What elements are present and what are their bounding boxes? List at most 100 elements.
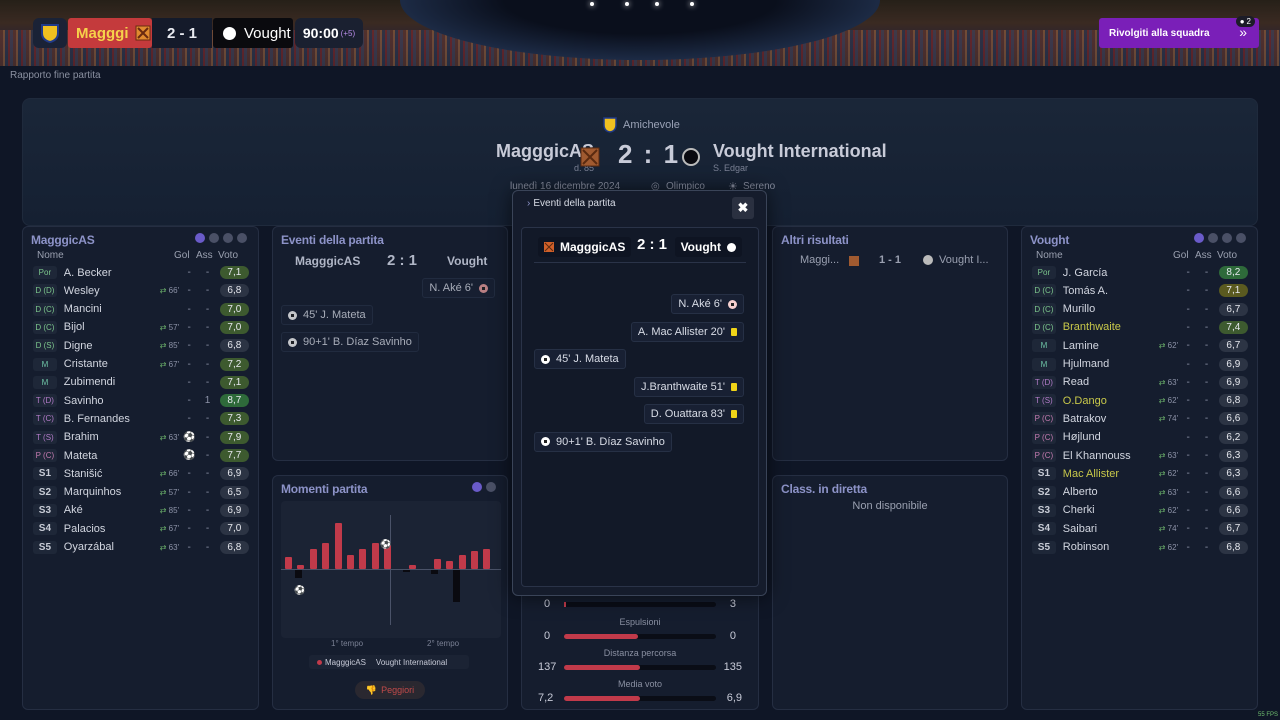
stat-home-2: 0 — [544, 630, 551, 642]
substitution-minute: ⇄ 63' — [159, 432, 180, 442]
page-dot-4[interactable] — [237, 233, 247, 243]
player-row[interactable]: S3 Aké ⇄ 85' - -6,9 — [33, 502, 249, 519]
home-badge-icon — [135, 25, 150, 41]
player-row[interactable]: S2 Alberto ⇄ 63' - -6,6 — [1032, 484, 1248, 501]
player-name: Hjulmand — [1062, 358, 1110, 370]
notification-badge: ● 2 — [1235, 16, 1255, 27]
player-row[interactable]: M Lamine ⇄ 62' - -6,7 — [1032, 337, 1248, 354]
player-name: Savinho — [63, 394, 104, 407]
swap-icon: ⇄ — [1158, 451, 1166, 460]
player-name: Mac Allister — [1062, 467, 1120, 480]
player-name: Lamine — [1062, 339, 1099, 352]
momentum-bar-away — [295, 570, 302, 578]
page-dot-1[interactable] — [472, 482, 482, 492]
page-dot-4[interactable] — [1236, 233, 1246, 243]
player-row[interactable]: T (S) O.Dango ⇄ 62' - -6,8 — [1032, 392, 1248, 409]
stat-label-2: Espulsioni — [619, 617, 661, 627]
page-dot-3[interactable] — [1222, 233, 1232, 243]
half1-label: 1° tempo — [331, 639, 364, 648]
stat-away-3: 135 — [723, 661, 742, 673]
player-row[interactable]: Por A. Becker - -7,1 — [33, 264, 249, 281]
page-dot-3[interactable] — [223, 233, 233, 243]
goals: - — [187, 523, 191, 535]
match-clock: 90:00 (+5) — [295, 18, 363, 48]
page-dot-1[interactable] — [1194, 233, 1204, 243]
page-dot-2[interactable] — [209, 233, 219, 243]
player-row[interactable]: D (C) Mancini - -7,0 — [33, 301, 249, 318]
swap-icon: ⇄ — [159, 341, 167, 351]
position-badge: S3 — [33, 503, 57, 517]
goals: - — [187, 303, 191, 315]
substitution-minute: ⇄ 57' — [159, 487, 180, 497]
player-row[interactable]: M Zubimendi - -7,1 — [33, 374, 249, 391]
rating: 7,1 — [1218, 284, 1248, 298]
assists: - — [1204, 541, 1209, 553]
live-table-panel: Class. in diretta Non disponibile — [772, 475, 1008, 710]
talk-to-team-button[interactable]: Rivolgiti alla squadra » ● 2 — [1099, 16, 1259, 48]
player-row[interactable]: T (D) Savinho - 1 8,7 — [33, 392, 249, 409]
player-row[interactable]: D (S) Digne ⇄ 85' - -6,8 — [33, 337, 249, 354]
player-row[interactable]: M Cristante ⇄ 67' - -7,2 — [33, 356, 249, 373]
player-row[interactable]: M Hjulmand - -6,9 — [1032, 356, 1248, 373]
position-badge: P (C) — [1032, 449, 1056, 462]
page-dot-1[interactable] — [195, 233, 205, 243]
player-row[interactable]: D (C) Bijol ⇄ 57' - -7,0 — [33, 319, 249, 336]
player-name: Digne — [63, 339, 93, 352]
player-row[interactable]: S1 Stanišić ⇄ 66' - -6,9 — [33, 465, 249, 482]
rating: 7,7 — [219, 449, 249, 462]
chevron-right-icon: › — [527, 198, 531, 209]
player-row[interactable]: S1 Mac Allister ⇄ 62' - -6,3 — [1032, 465, 1248, 482]
away-team-abbr: Vought — [244, 24, 291, 42]
swap-icon: ⇄ — [1158, 505, 1166, 515]
rating: 6,3 — [1218, 449, 1248, 462]
assists: - — [1204, 523, 1209, 535]
player-row[interactable]: P (C) Mateta ⚽ -7,7 — [33, 447, 249, 464]
position-badge: T (S) — [1032, 394, 1056, 408]
player-row[interactable]: S3 Cherki ⇄ 62' - -6,6 — [1032, 502, 1248, 519]
worst-button[interactable]: 👎 Peggiori — [355, 681, 425, 699]
moments-legend: MagggicAS Vought International — [309, 655, 469, 669]
player-row[interactable]: D (C) Murillo - -6,7 — [1032, 301, 1248, 318]
position-badge: D (C) — [1032, 302, 1056, 316]
player-row[interactable]: P (C) El Khannouss ⇄ 63' - -6,3 — [1032, 447, 1248, 464]
competition-name: Amichevole — [623, 119, 680, 131]
player-row[interactable]: T (S) Brahim ⇄ 63' ⚽ -7,9 — [33, 429, 249, 446]
page-dot-2[interactable] — [1208, 233, 1218, 243]
goal-marker-icon: ⚽ — [380, 539, 392, 549]
player-row[interactable]: S2 Marquinhos ⇄ 57' - -6,5 — [33, 484, 249, 501]
player-row[interactable]: D (D) Wesley ⇄ 66' - -6,8 — [33, 282, 249, 299]
swap-icon: ⇄ — [159, 469, 167, 479]
player-row[interactable]: P (C) Højlund - -6,2 — [1032, 429, 1248, 446]
player-name: Cherki — [1062, 504, 1095, 517]
player-name: Tomás A. — [1062, 284, 1109, 297]
player-row[interactable]: Por J. García - -8,2 — [1032, 264, 1248, 281]
player-row[interactable]: D (C) Branthwaite - -7,4 — [1032, 319, 1248, 336]
player-row[interactable]: P (C) Batrakov ⇄ 74' - -6,6 — [1032, 410, 1248, 427]
header-away-sub: S. Edgar — [713, 163, 749, 173]
goals: - — [1186, 504, 1190, 516]
player-row[interactable]: S4 Saibari ⇄ 74' - -6,7 — [1032, 520, 1248, 537]
yellow-card-icon — [731, 410, 737, 418]
modal-events-list: MagggicAS 2 : 1 Vought N. Aké 6' A. Mac A… — [521, 227, 759, 587]
swap-icon: ⇄ — [1158, 414, 1166, 424]
swap-icon: ⇄ — [159, 359, 167, 369]
other-away-crest-icon — [923, 255, 933, 265]
momentum-bar — [446, 561, 454, 569]
assists: - — [1204, 285, 1209, 297]
momentum-bar-away — [431, 570, 438, 574]
event-away-1: N. Aké 6' — [422, 278, 495, 298]
assists: - — [205, 450, 210, 461]
stats-panel: 0 3 Espulsioni 0 0 Distanza percorsa 137… — [521, 590, 759, 710]
goals: - — [187, 285, 191, 297]
player-row[interactable]: D (C) Tomás A. - -7,1 — [1032, 282, 1248, 299]
rating: 7,4 — [1218, 320, 1248, 334]
swap-icon: ⇄ — [1158, 469, 1166, 479]
player-row[interactable]: S4 Palacios ⇄ 67' - -7,0 — [33, 520, 249, 537]
player-row[interactable]: S5 Oyarzábal ⇄ 63' - -6,8 — [33, 539, 249, 556]
player-row[interactable]: T (C) B. Fernandes - -7,3 — [33, 410, 249, 427]
close-button[interactable]: ✖ — [732, 197, 754, 219]
goals: - — [187, 376, 191, 388]
player-row[interactable]: T (D) Read ⇄ 63' - -6,9 — [1032, 374, 1248, 391]
player-row[interactable]: S5 Robinson ⇄ 62' - -6,8 — [1032, 539, 1248, 556]
page-dot-2[interactable] — [486, 482, 496, 492]
